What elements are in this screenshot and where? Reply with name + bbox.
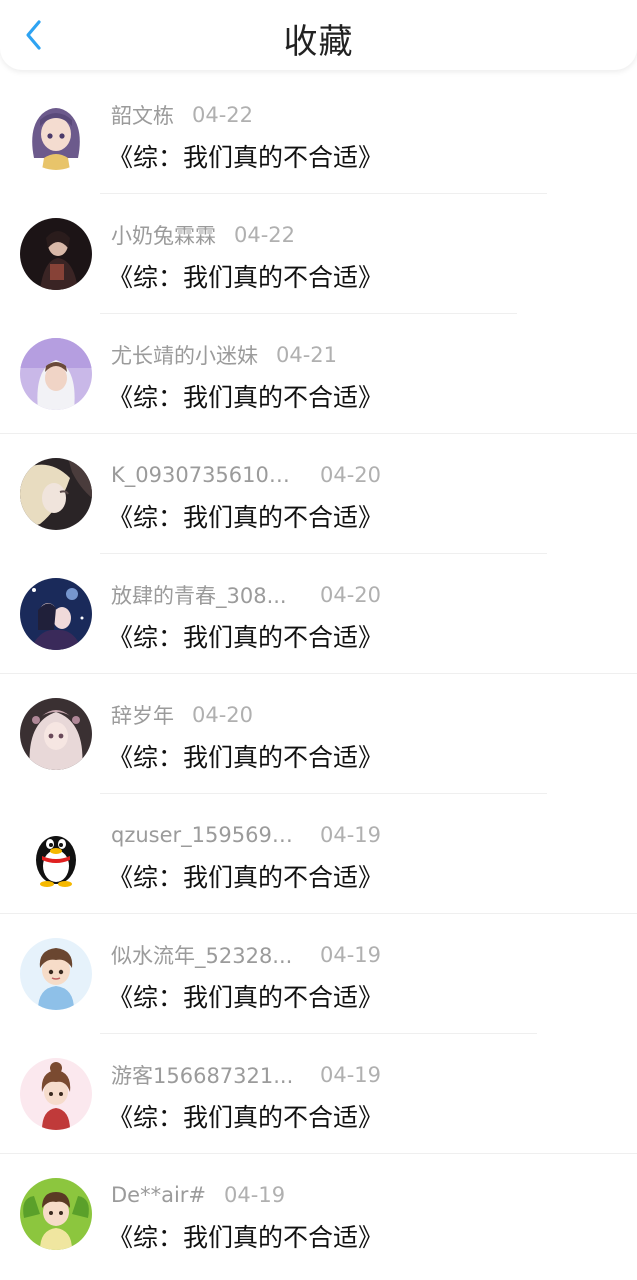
avatar	[20, 1058, 92, 1130]
avatar	[20, 938, 92, 1010]
avatar	[20, 338, 92, 410]
chibi-girl-avatar-icon	[20, 1058, 92, 1130]
list-item[interactable]: K_09307356101... 04-20 《综：我们真的不合适》	[0, 434, 637, 554]
username: K_09307356101...	[111, 463, 299, 487]
list-item[interactable]: qzuser_1595695... 04-19 《综：我们真的不合适》	[0, 794, 637, 914]
avatar	[20, 578, 92, 650]
anime-avatar-icon	[20, 458, 92, 530]
book-title: 《综：我们真的不合适》	[108, 1223, 384, 1252]
avatar	[20, 698, 92, 770]
list-item[interactable]: 韶文栋 04-22 《综：我们真的不合适》	[0, 74, 637, 194]
list-item[interactable]: 放肆的青春_308... 04-20 《综：我们真的不合适》	[0, 554, 637, 674]
list-item[interactable]: 辞岁年 04-20 《综：我们真的不合适》	[0, 674, 637, 794]
username: qzuser_1595695...	[111, 823, 299, 847]
qq-penguin-icon	[20, 818, 92, 890]
book-title: 《综：我们真的不合适》	[108, 743, 384, 772]
username: 放肆的青春_308...	[111, 584, 287, 608]
username: 游客156687321...	[111, 1064, 294, 1088]
book-title: 《综：我们真的不合适》	[108, 623, 384, 652]
avatar	[20, 818, 92, 890]
book-title: 《综：我们真的不合适》	[108, 863, 384, 892]
list-item[interactable]: De**air# 04-19 《综：我们真的不合适》	[0, 1154, 637, 1274]
favorites-list: 韶文栋 04-22 《综：我们真的不合适》 小奶兔霖霖 04-22 《综：我们真的不…	[0, 74, 637, 1274]
date: 04-20	[320, 463, 382, 487]
list-item[interactable]: 似水流年_52328... 04-19 《综：我们真的不合适》	[0, 914, 637, 1034]
date: 04-19	[224, 1183, 286, 1207]
username: 尤长靖的小迷妹	[111, 344, 258, 368]
avatar	[20, 458, 92, 530]
date: 04-19	[320, 943, 382, 967]
list-item[interactable]: 小奶兔霖霖 04-22 《综：我们真的不合适》	[0, 194, 637, 314]
book-title: 《综：我们真的不合适》	[108, 263, 384, 292]
avatar	[20, 218, 92, 290]
username: 小奶兔霖霖	[111, 224, 216, 248]
chibi-boy-avatar-icon	[20, 1178, 92, 1250]
username: De**air#	[111, 1183, 207, 1207]
book-title: 《综：我们真的不合适》	[108, 1103, 384, 1132]
boy-avatar-icon	[20, 338, 92, 410]
top-bar: 收藏	[0, 0, 637, 70]
avatar	[20, 1178, 92, 1250]
date: 04-22	[192, 103, 254, 127]
username: 似水流年_52328...	[111, 944, 293, 968]
date: 04-21	[276, 343, 338, 367]
username: 辞岁年	[111, 704, 174, 728]
date: 04-20	[320, 583, 382, 607]
date: 04-19	[320, 823, 382, 847]
book-title: 《综：我们真的不合适》	[108, 143, 384, 172]
list-item[interactable]: 尤长靖的小迷妹 04-21 《综：我们真的不合适》	[0, 314, 637, 434]
book-title: 《综：我们真的不合适》	[108, 983, 384, 1012]
book-title: 《综：我们真的不合适》	[108, 503, 384, 532]
anime-couple-avatar-icon	[20, 578, 92, 650]
portrait-avatar-icon	[20, 218, 92, 290]
chibi-boy-avatar-icon	[20, 938, 92, 1010]
avatar	[20, 98, 92, 170]
page-title: 收藏	[283, 22, 354, 62]
book-title: 《综：我们真的不合适》	[108, 383, 384, 412]
anime-girl-avatar-icon	[20, 98, 92, 170]
date: 04-19	[320, 1063, 382, 1087]
list-item[interactable]: 游客156687321... 04-19 《综：我们真的不合适》	[0, 1034, 637, 1154]
username: 韶文栋	[111, 104, 174, 128]
anime-girl-avatar-icon	[20, 698, 92, 770]
date: 04-22	[234, 223, 296, 247]
date: 04-20	[192, 703, 254, 727]
